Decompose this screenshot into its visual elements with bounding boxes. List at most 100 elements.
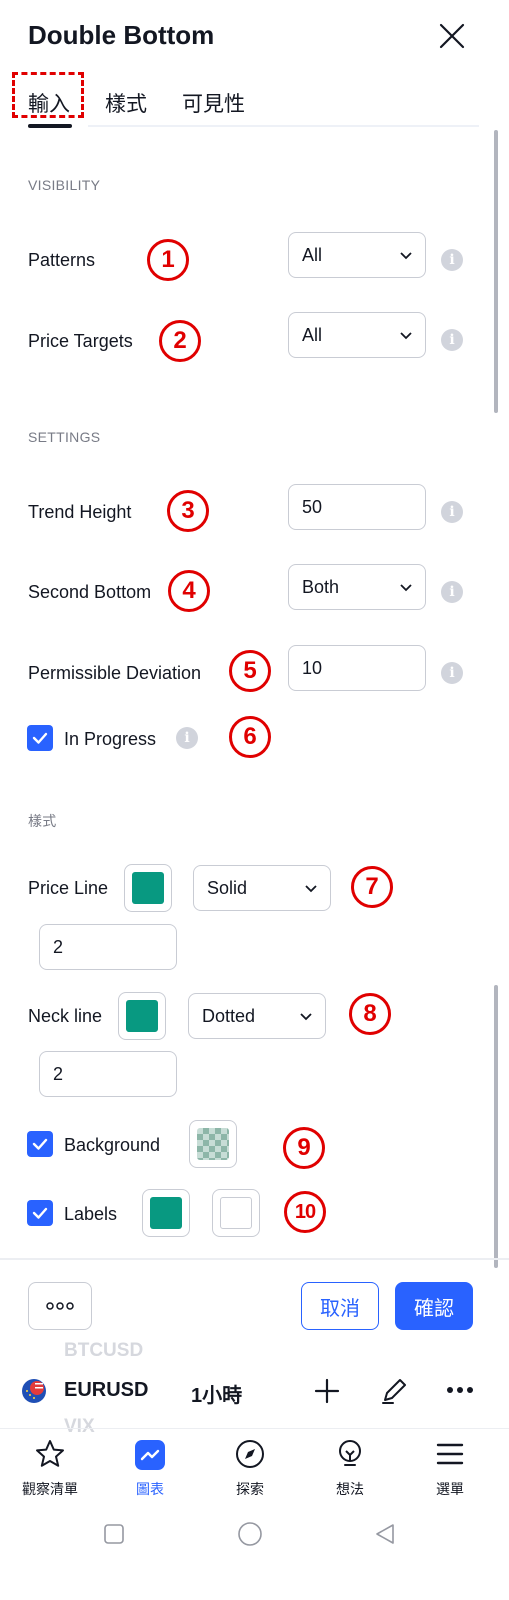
dialog-title: Double Bottom [28,20,215,50]
active-tab-indicator [28,124,72,128]
plus-icon[interactable] [313,1377,341,1405]
tab-highlight-annotation [12,72,84,118]
labels-color-button[interactable] [142,1189,190,1237]
annotation-badge: 8 [349,993,391,1035]
nav-menu[interactable]: 選單 [400,1436,500,1506]
tabs-divider [88,125,479,127]
back-icon[interactable] [373,1522,397,1546]
tab-style[interactable]: 樣式 [105,88,147,118]
annotation-badge: 2 [159,320,201,362]
nav-explore[interactable]: 探索 [200,1436,300,1506]
in-progress-label: In Progress [64,729,157,749]
chevron-down-icon [305,885,317,893]
price-line-color-button[interactable] [124,864,172,912]
price-targets-value: All [302,324,323,345]
neck-line-width-value: 2 [53,1063,64,1084]
tab-visibility[interactable]: 可見性 [182,88,245,118]
flag-icon [22,1379,46,1403]
neck-line-color-button[interactable] [118,992,166,1040]
color-swatch [150,1197,182,1229]
annotation-badge: 10 [284,1191,326,1233]
home-icon[interactable] [237,1521,263,1547]
labels-label: Labels [64,1204,118,1224]
chevron-down-icon [400,332,412,340]
patterns-value: All [302,244,323,265]
price-line-label: Price Line [28,878,109,898]
price-line-width-input[interactable]: 2 [39,924,177,970]
interval-button[interactable]: 1小時 [191,1379,242,1408]
chart-icon [135,1440,165,1470]
annotation-badge: 6 [229,716,271,758]
more-horizontal-icon[interactable] [446,1383,474,1397]
section-style: 樣式 [28,813,57,829]
more-options-button[interactable] [28,1282,92,1330]
recents-icon[interactable] [103,1523,125,1545]
nav-label: 探索 [236,1481,264,1497]
neck-line-style-value: Dotted [202,1005,256,1026]
nav-label: 圖表 [136,1481,164,1497]
info-icon[interactable]: i [441,501,463,523]
info-icon[interactable]: i [441,662,463,684]
color-swatch [220,1197,252,1229]
close-icon[interactable] [438,22,466,50]
annotation-badge: 9 [283,1127,325,1169]
labels-checkbox[interactable] [27,1200,53,1226]
info-icon[interactable]: i [441,581,463,603]
nav-chart[interactable]: 圖表 [100,1436,200,1506]
neck-line-label: Neck line [28,1006,103,1026]
info-icon[interactable]: i [176,727,198,749]
chevron-down-icon [300,1013,312,1021]
labels-text-color-button[interactable] [212,1189,260,1237]
nav-ideas[interactable]: 想法 [300,1436,400,1506]
permissible-deviation-value: 10 [302,657,323,678]
annotation-badge: 5 [229,650,271,692]
info-icon[interactable]: i [441,329,463,351]
nav-label: 選單 [436,1481,464,1497]
annotation-badge: 3 [167,490,209,532]
compass-icon [236,1440,264,1468]
section-settings: SETTINGS [28,429,101,445]
second-bottom-select[interactable]: Both [288,564,426,610]
trend-height-value: 50 [302,496,323,517]
scrollbar[interactable] [494,130,498,413]
annotation-badge: 7 [351,866,393,908]
more-dots-icon [46,1302,74,1310]
second-bottom-value: Both [302,576,340,597]
drawing-pen-icon[interactable] [379,1374,411,1406]
check-icon [32,732,48,744]
price-line-width-value: 2 [53,936,64,957]
color-swatch [126,1000,158,1032]
ghost-symbol-below: VIX [64,1416,95,1437]
price-targets-select[interactable]: All [288,312,426,358]
trend-height-input[interactable]: 50 [288,484,426,530]
second-bottom-label: Second Bottom [28,582,152,602]
lightbulb-icon [339,1440,361,1466]
chevron-down-icon [400,252,412,260]
transparent-swatch [197,1128,229,1160]
background-checkbox[interactable] [27,1131,53,1157]
star-icon [36,1440,64,1467]
background-label: Background [64,1135,161,1155]
confirm-button[interactable]: 確認 [395,1282,473,1330]
permissible-deviation-label: Permissible Deviation [28,663,202,683]
background-color-button[interactable] [189,1120,237,1168]
scrollbar-secondary[interactable] [494,985,498,1268]
annotation-badge: 1 [147,239,189,281]
footer-divider [0,1258,509,1260]
annotation-badge: 4 [168,570,210,612]
neck-line-style-select[interactable]: Dotted [188,993,326,1039]
cancel-button[interactable]: 取消 [301,1282,379,1330]
price-line-style-select[interactable]: Solid [193,865,331,911]
permissible-deviation-input[interactable]: 10 [288,645,426,691]
nav-watchlist[interactable]: 觀察清單 [0,1436,100,1506]
neck-line-width-input[interactable]: 2 [39,1051,177,1097]
patterns-select[interactable]: All [288,232,426,278]
symbol-name[interactable]: EURUSD [64,1379,148,1402]
ghost-symbol-above: BTCUSD [64,1340,144,1361]
info-icon[interactable]: i [441,249,463,271]
nav-label: 想法 [336,1481,364,1497]
in-progress-checkbox[interactable] [27,725,53,751]
menu-icon [436,1443,464,1465]
nav-divider [0,1428,509,1429]
chevron-down-icon [400,584,412,592]
